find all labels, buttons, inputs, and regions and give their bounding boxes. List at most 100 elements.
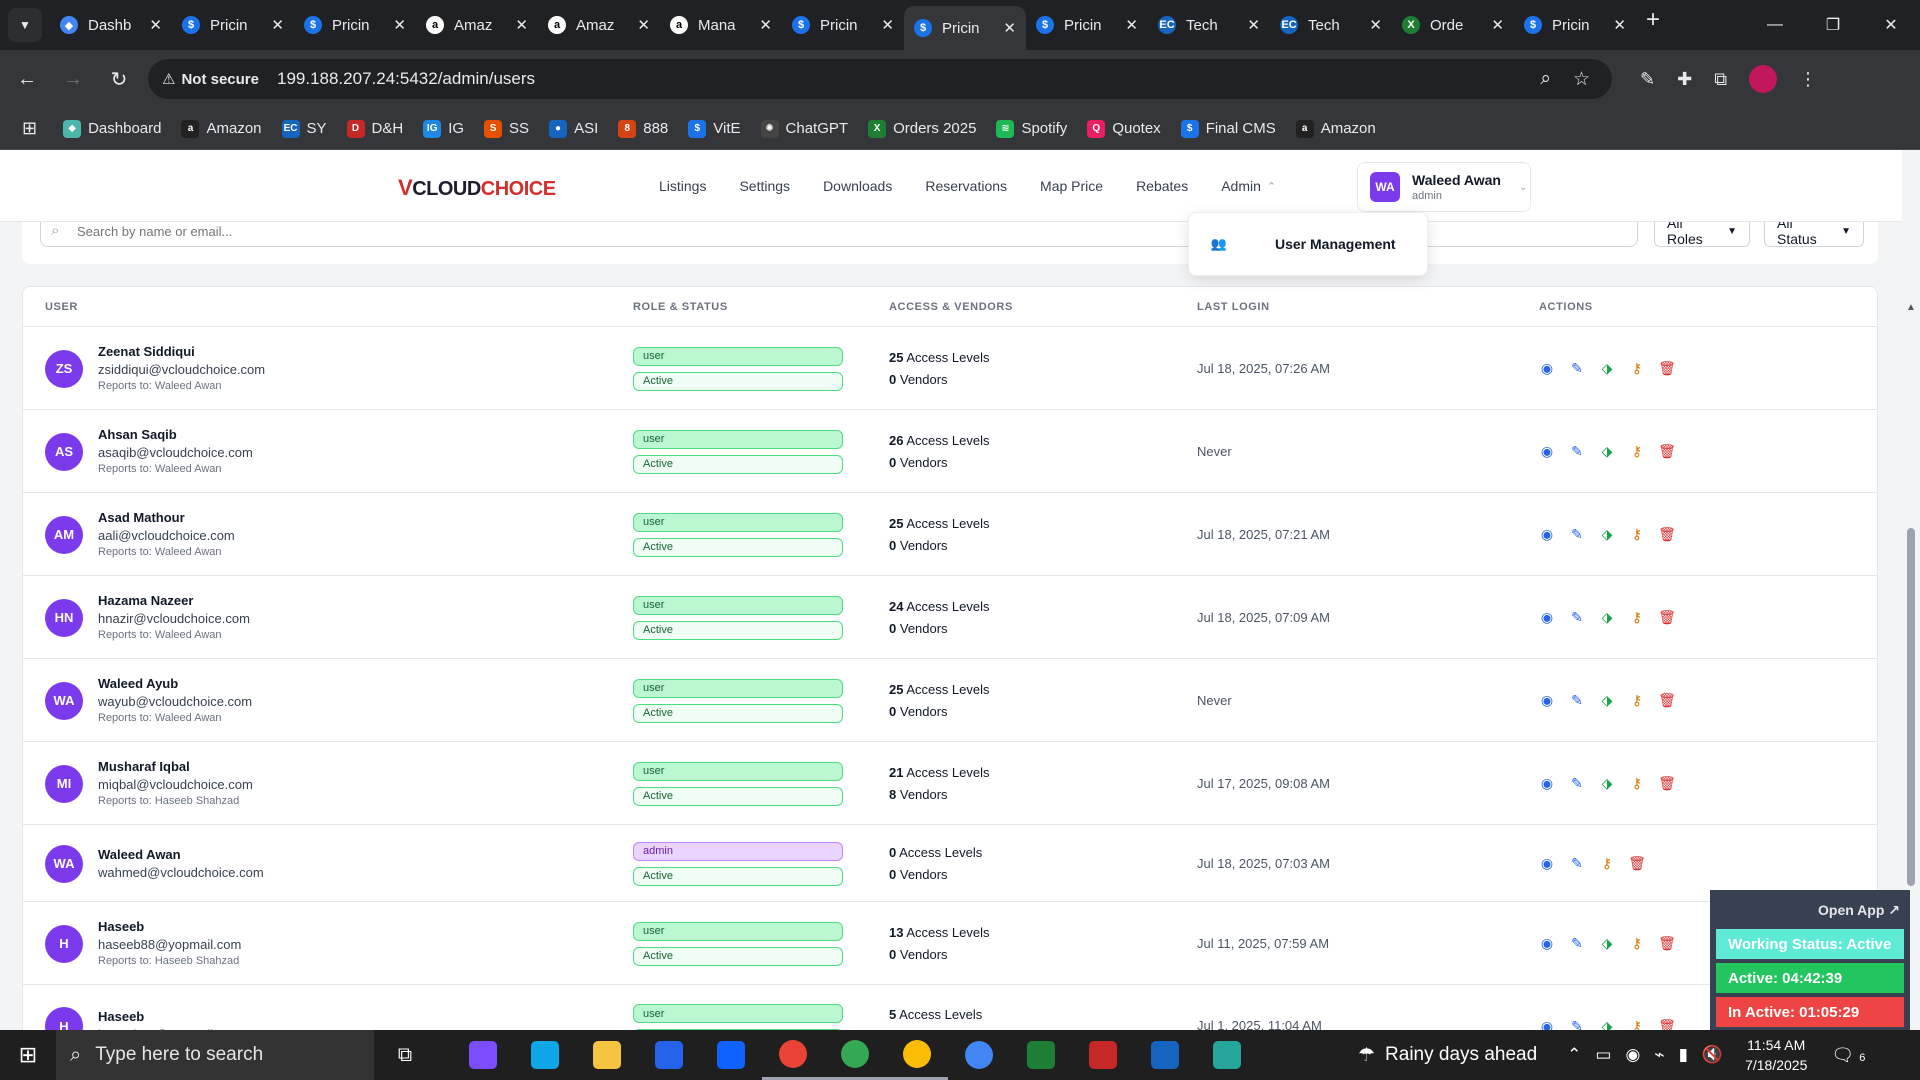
edit-icon[interactable]: ✎ (1569, 1018, 1585, 1031)
close-icon[interactable]: ✕ (1491, 16, 1504, 34)
edit-icon[interactable]: ✎ (1569, 360, 1585, 377)
taskbar-app-outlook[interactable] (700, 1030, 762, 1080)
menu-item-user-management[interactable]: User Management (1275, 236, 1396, 252)
back-button[interactable]: ← (8, 60, 46, 98)
close-icon[interactable]: ✕ (1247, 16, 1260, 34)
trash-icon[interactable]: 🗑 (1658, 526, 1676, 543)
bookmark-item[interactable]: ● ASI (549, 119, 598, 138)
tag-icon[interactable]: ⬗ (1599, 692, 1615, 709)
key-icon[interactable]: ⚷ (1629, 360, 1645, 377)
bookmark-item[interactable]: ≋ Spotify (996, 119, 1067, 138)
extensions-puzzle-icon[interactable]: ⧉ (1714, 69, 1727, 90)
tag-icon[interactable]: ⬗ (1599, 609, 1615, 626)
bookmark-item[interactable]: S SS (484, 119, 529, 138)
bookmark-item[interactable]: X Orders 2025 (868, 119, 976, 138)
view-icon[interactable]: ◉ (1539, 775, 1555, 792)
user-menu-button[interactable]: WA Waleed Awan admin ⌄ (1357, 162, 1531, 212)
taskbar-app-copilot[interactable] (452, 1030, 514, 1080)
minimize-button[interactable]: — (1746, 0, 1804, 50)
notification-center-button[interactable]: 🗨 6 (1831, 1045, 1865, 1066)
bookmark-item[interactable]: Q Quotex (1087, 119, 1161, 138)
battery-icon[interactable]: ▮ (1679, 1045, 1688, 1065)
tag-icon[interactable]: ⬗ (1599, 1018, 1615, 1031)
browser-tab[interactable]: $ Pricin ✕ (904, 6, 1026, 50)
close-window-button[interactable]: ✕ (1862, 0, 1920, 50)
taskbar-app-excel[interactable] (1010, 1030, 1072, 1080)
network-icon[interactable]: ⌁ (1654, 1045, 1664, 1065)
nav-item[interactable]: Reservations (925, 178, 1007, 194)
close-icon[interactable]: ✕ (1613, 16, 1626, 34)
close-icon[interactable]: ✕ (881, 16, 894, 34)
view-icon[interactable]: ◉ (1539, 692, 1555, 709)
taskbar-app-calculator[interactable] (1134, 1030, 1196, 1080)
forward-button[interactable]: → (54, 60, 92, 98)
view-icon[interactable]: ◉ (1539, 609, 1555, 626)
weather-widget[interactable]: ☂ Rainy days ahead (1358, 1044, 1537, 1067)
taskbar-app-chrome-profile-4[interactable] (948, 1030, 1010, 1080)
view-icon[interactable]: ◉ (1539, 855, 1555, 872)
taskbar-search-box[interactable]: ⌕ Type here to search (56, 1030, 374, 1080)
restore-button[interactable]: ❐ (1804, 0, 1862, 50)
close-icon[interactable]: ✕ (637, 16, 650, 34)
taskbar-app-chrome-profile-3[interactable] (886, 1030, 948, 1080)
close-icon[interactable]: ✕ (1125, 16, 1138, 34)
browser-tab[interactable]: ◆ Dashb ✕ (50, 6, 172, 44)
tag-icon[interactable]: ⬗ (1599, 935, 1615, 952)
nav-item[interactable]: Listings (659, 178, 706, 194)
close-icon[interactable]: ✕ (515, 16, 528, 34)
nav-item[interactable]: Rebates (1136, 178, 1188, 194)
taskbar-app-store[interactable] (638, 1030, 700, 1080)
camera-icon[interactable]: ◉ (1625, 1045, 1640, 1065)
taskbar-app-explorer[interactable] (576, 1030, 638, 1080)
trash-icon[interactable]: 🗑 (1658, 443, 1676, 460)
new-tab-button[interactable]: + (1646, 6, 1660, 34)
taskbar-app-app-diamond[interactable] (1196, 1030, 1258, 1080)
taskbar-app-chrome-profile-2[interactable] (824, 1030, 886, 1080)
bookmark-item[interactable]: EC SY (281, 119, 327, 138)
key-icon[interactable]: ⚷ (1629, 935, 1645, 952)
browser-tab[interactable]: a Amaz ✕ (538, 6, 660, 44)
tab-search-button[interactable]: ▼ (8, 8, 42, 42)
nav-item[interactable]: Settings (739, 178, 790, 194)
browser-tab[interactable]: $ Pricin ✕ (294, 6, 416, 44)
scroll-thumb[interactable] (1907, 528, 1915, 886)
browser-tab[interactable]: $ Pricin ✕ (172, 6, 294, 44)
omnibox[interactable]: ⚠ Not secure 199.188.207.24:5432/admin/u… (148, 59, 1612, 99)
vcloudchoice-logo[interactable]: VCLOUDCHOICE (398, 175, 556, 201)
taskbar-clock[interactable]: 11:54 AM 7/18/2025 (1745, 1035, 1807, 1075)
edit-icon[interactable]: ✎ (1569, 692, 1585, 709)
close-icon[interactable]: ✕ (1369, 16, 1382, 34)
browser-tab[interactable]: EC Tech ✕ (1148, 6, 1270, 44)
bookmark-item[interactable]: a Amazon (181, 119, 262, 138)
key-icon[interactable]: ⚷ (1599, 855, 1615, 872)
zoom-icon[interactable]: ⌕ (1540, 68, 1551, 90)
view-icon[interactable]: ◉ (1539, 443, 1555, 460)
bookmark-item[interactable]: 8 888 (618, 119, 668, 138)
close-icon[interactable]: ✕ (1003, 19, 1016, 37)
nav-item[interactable]: Downloads (823, 178, 892, 194)
apps-grid-icon[interactable]: ⊞ (22, 118, 37, 139)
browser-tab[interactable]: X Orde ✕ (1392, 6, 1514, 44)
chevron-up-icon[interactable]: ⌃ (1567, 1045, 1581, 1065)
taskbar-app-edge[interactable] (514, 1030, 576, 1080)
trash-icon[interactable]: 🗑 (1658, 360, 1676, 377)
edit-icon[interactable]: ✎ (1569, 609, 1585, 626)
trash-icon[interactable]: 🗑 (1658, 609, 1676, 626)
nav-item[interactable]: Map Price (1040, 178, 1103, 194)
view-icon[interactable]: ◉ (1539, 360, 1555, 377)
trash-icon[interactable]: 🗑 (1658, 775, 1676, 792)
taskbar-app-filezilla[interactable] (1072, 1030, 1134, 1080)
tag-icon[interactable]: ⬗ (1599, 360, 1615, 377)
browser-tab[interactable]: $ Pricin ✕ (782, 6, 904, 44)
url-text[interactable]: 199.188.207.24:5432/admin/users (277, 69, 1540, 89)
edit-icon[interactable]: ✎ (1569, 935, 1585, 952)
browser-tab[interactable]: a Amaz ✕ (416, 6, 538, 44)
bookmark-item[interactable]: ✺ ChatGPT (760, 119, 848, 138)
browser-tab[interactable]: $ Pricin ✕ (1514, 6, 1636, 44)
browser-tab[interactable]: EC Tech ✕ (1270, 6, 1392, 44)
bookmark-item[interactable]: IG IG (423, 119, 464, 138)
reload-button[interactable]: ↻ (100, 60, 138, 98)
close-icon[interactable]: ✕ (149, 16, 162, 34)
taskbar-app-chrome-profile-1[interactable] (762, 1030, 824, 1080)
key-icon[interactable]: ⚷ (1629, 609, 1645, 626)
